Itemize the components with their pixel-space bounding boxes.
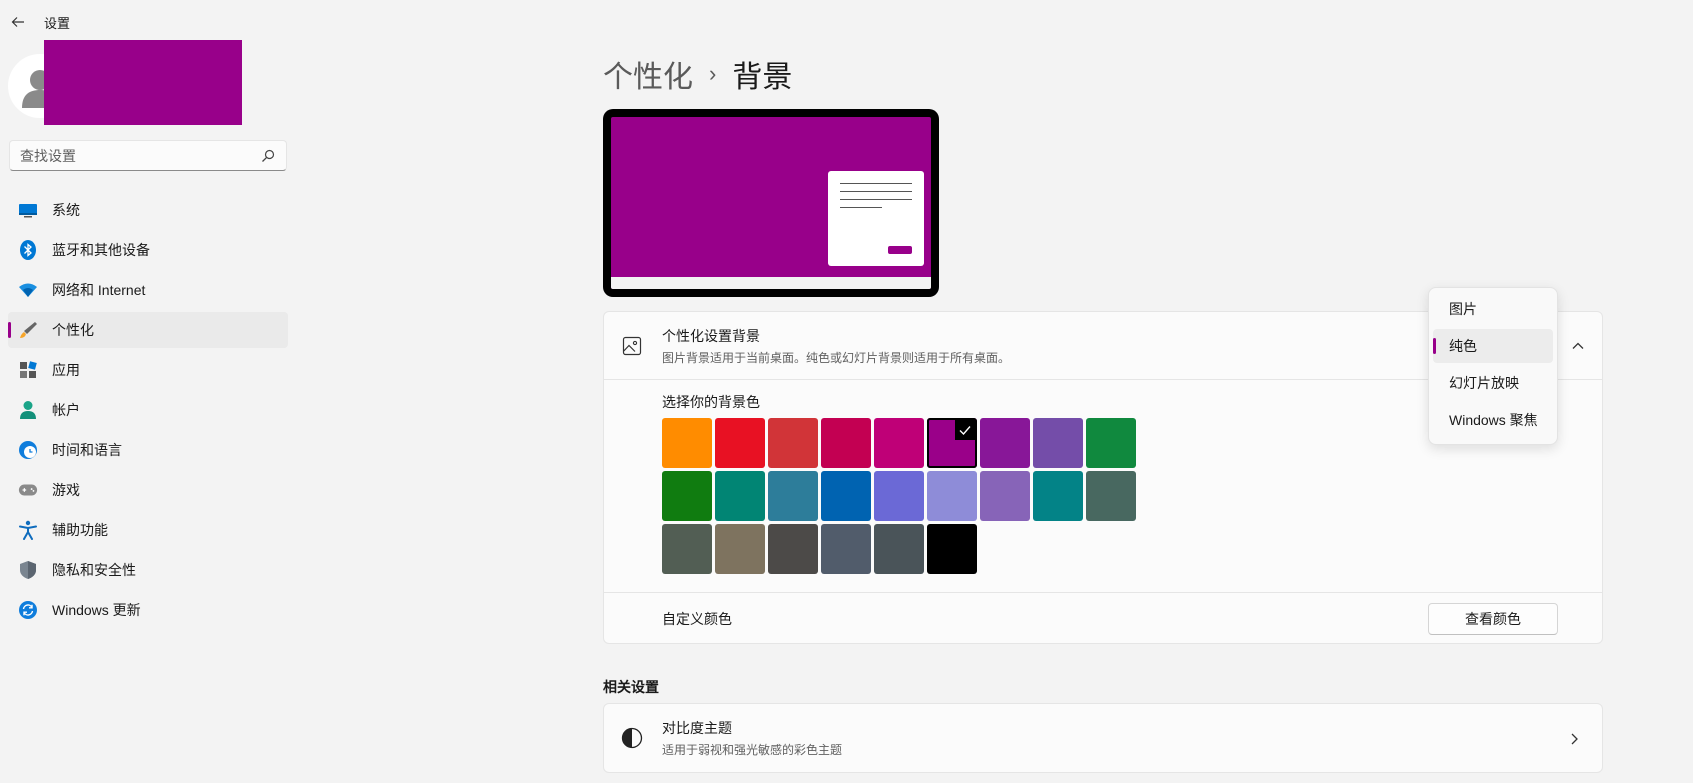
sidebar-item-label: 网络和 Internet: [52, 282, 146, 298]
title-bar: 设置: [0, 0, 300, 44]
sidebar-item-label: 隐私和安全性: [52, 562, 136, 578]
preview-window: [828, 171, 924, 266]
update-icon: [18, 600, 38, 620]
bluetooth-icon: [18, 240, 38, 260]
breadcrumb-parent[interactable]: 个性化: [603, 52, 693, 96]
color-swatch[interactable]: [715, 418, 765, 468]
color-swatch[interactable]: [662, 524, 712, 574]
preview-screen: [611, 117, 931, 289]
globe-clock-icon: [18, 440, 38, 460]
sidebar-item-personalization[interactable]: 个性化: [8, 312, 288, 348]
related-settings-title: 相关设置: [603, 679, 659, 695]
color-picker-section: 选择你的背景色: [662, 392, 1136, 574]
sidebar-item-label: 系统: [52, 202, 80, 218]
color-swatch[interactable]: [874, 418, 924, 468]
wifi-icon: [18, 280, 38, 300]
sidebar-item-system[interactable]: 系统: [8, 192, 288, 228]
arrow-left-icon: [11, 17, 24, 27]
sidebar-item-accessibility[interactable]: 辅助功能: [8, 512, 288, 548]
search-icon[interactable]: [260, 148, 276, 164]
color-swatch[interactable]: [821, 471, 871, 521]
sidebar-item-time-language[interactable]: 时间和语言: [8, 432, 288, 468]
sidebar-item-label: 应用: [52, 362, 80, 378]
custom-color-row: 自定义颜色 查看颜色: [604, 592, 1602, 644]
color-swatch[interactable]: [662, 418, 712, 468]
background-type-dropdown: 图片 纯色 幻灯片放映 Windows 聚焦: [1428, 287, 1558, 445]
sidebar-item-label: 辅助功能: [52, 522, 108, 538]
sidebar-item-label: 帐户: [52, 402, 80, 418]
color-swatch[interactable]: [821, 418, 871, 468]
color-swatch[interactable]: [1033, 418, 1083, 468]
color-swatch[interactable]: [927, 471, 977, 521]
sidebar-item-label: 时间和语言: [52, 442, 122, 458]
dropdown-option-solid-color[interactable]: 纯色: [1433, 329, 1553, 363]
contrast-themes-card[interactable]: 对比度主题 适用于弱视和强光敏感的彩色主题: [603, 703, 1603, 773]
dropdown-option-picture[interactable]: 图片: [1433, 292, 1553, 326]
shield-icon: [18, 560, 38, 580]
color-section-label: 选择你的背景色: [662, 394, 760, 410]
color-swatch[interactable]: [715, 471, 765, 521]
chevron-right-icon: [1571, 733, 1578, 745]
page-title: 背景: [732, 61, 793, 94]
user-profile[interactable]: [8, 40, 248, 126]
color-swatch[interactable]: [874, 524, 924, 574]
color-swatch[interactable]: [768, 524, 818, 574]
back-button[interactable]: [2, 6, 34, 38]
sidebar-item-label: 个性化: [52, 322, 94, 338]
sidebar-item-label: Windows 更新: [52, 602, 141, 618]
color-swatch[interactable]: [874, 471, 924, 521]
app-title: 设置: [44, 15, 71, 31]
color-swatch[interactable]: [662, 471, 712, 521]
sidebar-item-network[interactable]: 网络和 Internet: [8, 272, 288, 308]
preview-taskbar: [611, 277, 931, 289]
sidebar-item-gaming[interactable]: 游戏: [8, 472, 288, 508]
color-swatch[interactable]: [927, 418, 977, 468]
color-swatch[interactable]: [980, 471, 1030, 521]
contrast-icon: [620, 726, 644, 750]
apps-icon: [18, 360, 38, 380]
search-input[interactable]: [20, 147, 260, 164]
accessibility-icon: [18, 520, 38, 540]
contrast-themes-title: 对比度主题: [662, 720, 732, 736]
color-swatch[interactable]: [1086, 418, 1136, 468]
dropdown-option-windows-spotlight[interactable]: Windows 聚焦: [1433, 403, 1553, 437]
background-card-description: 图片背景适用于当前桌面。纯色或幻灯片背景则适用于所有桌面。: [662, 350, 1011, 365]
color-swatch-grid: [662, 418, 1136, 574]
breadcrumb: 个性化 › 背景: [603, 52, 792, 96]
color-swatch[interactable]: [768, 418, 818, 468]
sidebar-item-label: 蓝牙和其他设备: [52, 242, 150, 258]
sidebar-nav: 系统 蓝牙和其他设备 网络和 Internet 个性化 应用 帐户 时间和语言 …: [8, 192, 288, 632]
redacted-account-info: [44, 40, 242, 125]
person-icon: [18, 400, 38, 420]
sidebar-item-privacy[interactable]: 隐私和安全性: [8, 552, 288, 588]
sidebar-item-bluetooth[interactable]: 蓝牙和其他设备: [8, 232, 288, 268]
chevron-up-icon[interactable]: [1570, 338, 1586, 354]
sidebar-item-windows-update[interactable]: Windows 更新: [8, 592, 288, 628]
color-swatch[interactable]: [768, 471, 818, 521]
brush-icon: [18, 320, 38, 340]
custom-color-label: 自定义颜色: [662, 610, 732, 627]
sidebar-item-accounts[interactable]: 帐户: [8, 392, 288, 428]
color-swatch[interactable]: [1086, 471, 1136, 521]
search-box[interactable]: [9, 140, 287, 171]
color-swatch[interactable]: [980, 418, 1030, 468]
view-colors-button[interactable]: 查看颜色: [1428, 603, 1558, 635]
color-swatch[interactable]: [1033, 471, 1083, 521]
checkmark-icon: [955, 420, 975, 440]
contrast-themes-description: 适用于弱视和强光敏感的彩色主题: [662, 743, 843, 757]
color-swatch[interactable]: [715, 524, 765, 574]
dropdown-option-slideshow[interactable]: 幻灯片放映: [1433, 366, 1553, 400]
desktop-preview: [603, 109, 939, 297]
color-swatch[interactable]: [821, 524, 871, 574]
color-swatch[interactable]: [927, 524, 977, 574]
image-icon: [620, 334, 644, 358]
sidebar-item-apps[interactable]: 应用: [8, 352, 288, 388]
background-card-title: 个性化设置背景: [662, 327, 760, 344]
preview-window-button: [888, 246, 912, 254]
monitor-icon: [18, 200, 38, 220]
sidebar-item-label: 游戏: [52, 482, 80, 498]
breadcrumb-separator: ›: [709, 61, 717, 86]
gamepad-icon: [18, 480, 38, 500]
